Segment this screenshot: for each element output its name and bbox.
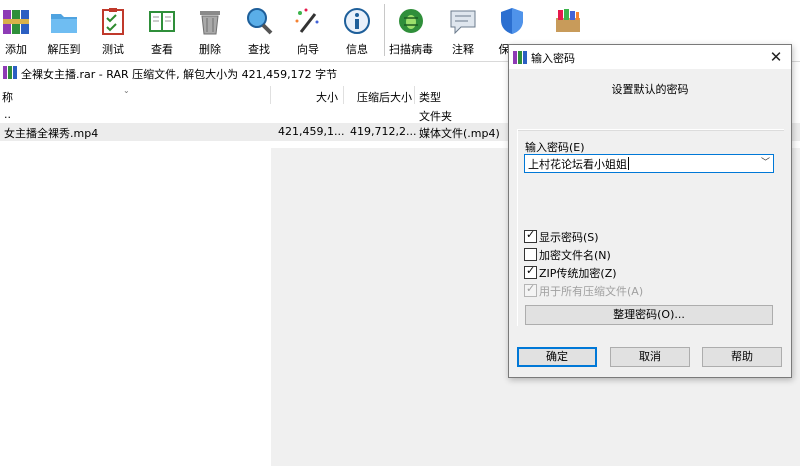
add-archive-icon (3, 10, 29, 34)
find-button[interactable]: 查找 (236, 0, 282, 60)
view-button[interactable]: 查看 (139, 0, 185, 60)
password-input[interactable]: 上村花论坛看小姐姐 ﹀ (524, 154, 774, 173)
column-packed-header[interactable]: 压缩后大小 (357, 89, 412, 105)
password-dialog: 输入密码 ✕ 设置默认的密码 输入密码(E) 上村花论坛看小姐姐 ﹀ ✓ 显示密… (508, 44, 792, 378)
comment-icon (450, 10, 476, 35)
ok-button[interactable]: 确定 (517, 347, 597, 367)
rar-archive-icon (3, 66, 17, 79)
info-button[interactable]: 信息 (334, 0, 380, 60)
checkbox-box: ✓ (524, 282, 537, 297)
dialog-title: 输入密码 (531, 52, 575, 65)
info-icon (344, 8, 370, 34)
extract-to-button[interactable]: 解压到 (41, 0, 87, 60)
file-type: 媒体文件(.mp4) (419, 127, 500, 140)
view-book-icon (149, 11, 175, 32)
wizard-button[interactable]: 向导 (285, 0, 331, 60)
chevron-down-icon[interactable]: ﹀ (761, 155, 770, 172)
add-button[interactable]: 添加 (0, 0, 39, 60)
test-button[interactable]: 测试 (90, 0, 136, 60)
checkbox-box[interactable]: ✓ (524, 264, 537, 279)
checkbox-label: 加密文件名(N) (539, 249, 611, 262)
cancel-button[interactable]: 取消 (610, 347, 690, 367)
file-type: 文件夹 (419, 110, 452, 123)
wizard-wand-icon (295, 8, 319, 33)
password-value: 上村花论坛看小姐姐 (528, 158, 627, 171)
column-divider[interactable] (343, 86, 344, 104)
dialog-titlebar[interactable]: 输入密码 ✕ (509, 45, 791, 69)
help-button[interactable]: 帮助 (702, 347, 782, 367)
comment-button[interactable]: 注释 (440, 0, 486, 60)
books-icon (556, 9, 580, 32)
virus-scan-icon (399, 9, 423, 33)
toolbar-separator (384, 4, 385, 56)
column-name-header[interactable]: 称 (2, 89, 13, 105)
archive-path-text: 全裸女主播.rar - RAR 压缩文件, 解包大小为 421,459,172 … (21, 68, 338, 81)
shield-icon (501, 8, 523, 34)
column-type-header[interactable]: 类型 (419, 89, 441, 105)
check-icon: ✓ (526, 282, 536, 295)
checkbox-label: ZIP传统加密(Z) (539, 267, 617, 280)
column-divider[interactable] (414, 86, 415, 104)
virus-scan-button[interactable]: 扫描病毒 (388, 0, 434, 60)
close-icon[interactable]: ✕ (761, 45, 791, 69)
column-divider[interactable] (270, 86, 271, 104)
rar-archive-icon (513, 51, 527, 64)
dialog-subtitle: 设置默认的密码 (611, 83, 689, 96)
organize-passwords-button[interactable]: 整理密码(O)... (525, 305, 773, 325)
test-clipboard-icon (102, 8, 124, 35)
file-packed-size: 419,712,2... (350, 125, 417, 138)
extract-folder-icon (51, 14, 77, 33)
checkbox-label: 显示密码(S) (539, 231, 599, 244)
column-size-header[interactable]: 大小 (316, 89, 338, 105)
text-cursor (628, 157, 629, 170)
trash-icon (200, 11, 220, 35)
check-icon: ✓ (526, 264, 536, 277)
delete-button[interactable]: 删除 (187, 0, 233, 60)
file-size: 421,459,1... (278, 125, 345, 138)
sort-chevron-icon: ⌄ (123, 86, 130, 95)
file-name: 女主播全裸秀.mp4 (4, 127, 99, 140)
file-name: .. (4, 108, 11, 121)
checkbox-box[interactable]: ✓ (524, 228, 537, 243)
password-label: 输入密码(E) (525, 141, 585, 154)
checkbox-box[interactable] (524, 248, 537, 261)
check-icon: ✓ (526, 228, 536, 241)
checkbox-label: 用于所有压缩文件(A) (539, 285, 644, 298)
magnifier-icon (247, 8, 273, 35)
